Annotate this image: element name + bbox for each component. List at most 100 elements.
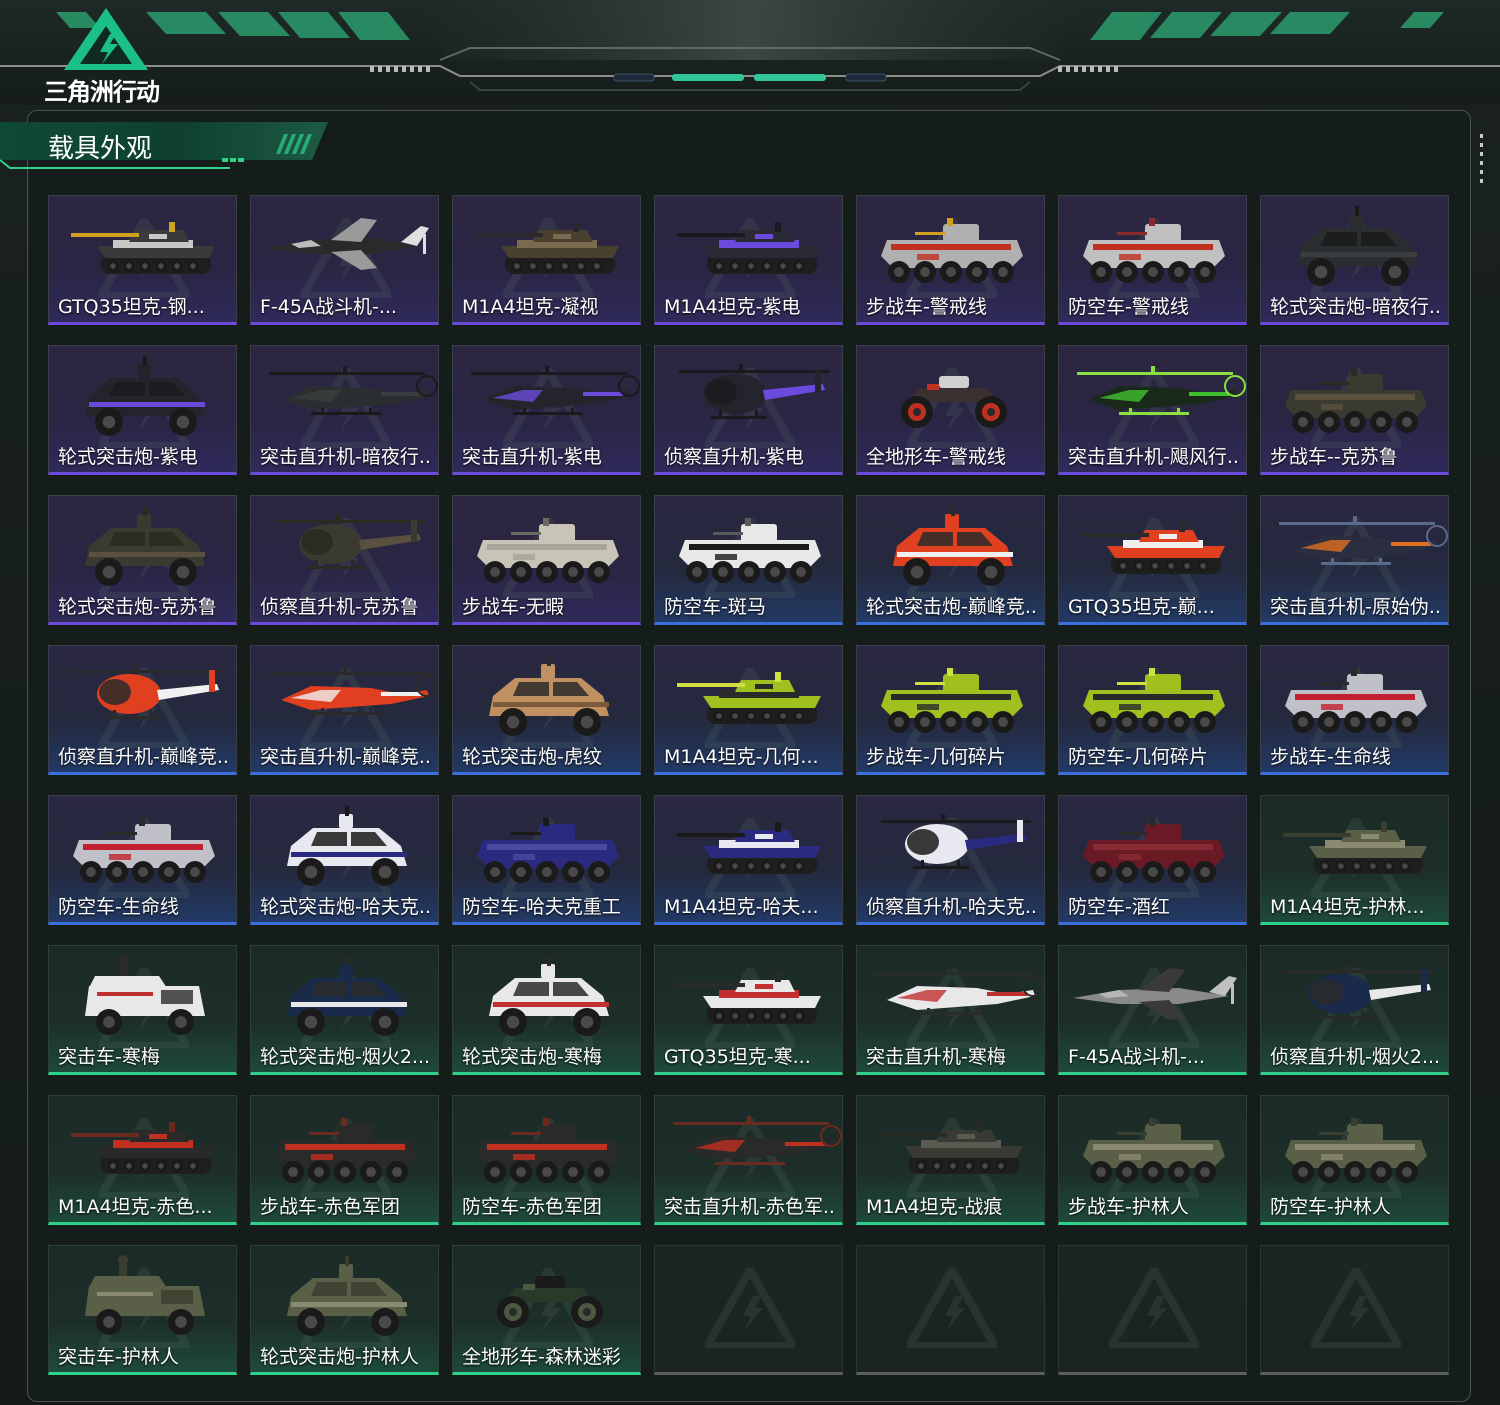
vehicle-skin-card[interactable]: M1A4坦克-护林... <box>1260 795 1449 925</box>
skin-name-label: M1A4坦克-赤色... <box>58 1196 213 1218</box>
vehicle-skin-card[interactable]: 突击直升机-飓风行... <box>1058 345 1247 475</box>
armored-vehicle-icon <box>85 506 205 586</box>
armored-vehicle-icon <box>287 956 407 1036</box>
vehicle-skin-card[interactable]: 轮式突击炮-紫电 <box>48 345 237 475</box>
tank-vehicle-icon <box>677 672 821 724</box>
apc-vehicle-icon <box>1285 1118 1427 1183</box>
skin-name-label: 突击直升机-巅峰竞... <box>260 746 432 768</box>
vehicle-skin-card[interactable]: 全地形车-警戒线 <box>856 345 1045 475</box>
empty-skin-slot <box>654 1245 843 1375</box>
watermark-logo-icon <box>1311 1268 1401 1348</box>
armored-vehicle-icon <box>287 806 407 886</box>
skin-name-label: 侦察直升机-克苏鲁 <box>260 596 419 618</box>
vehicle-skins-page: 三角洲行动 载具外观 GTQ35坦克-钢... F-45A战斗机-... M1A… <box>0 0 1500 1405</box>
skin-name-label: 突击直升机-紫电 <box>462 446 602 468</box>
vehicle-skin-card[interactable]: 全地形车-森林迷彩 <box>452 1245 641 1375</box>
skin-name-label: 步战车-护林人 <box>1068 1196 1189 1218</box>
vehicle-skin-card[interactable]: M1A4坦克-几何... <box>654 645 843 775</box>
skin-name-label: 轮式突击炮-紫电 <box>58 446 198 468</box>
vehicle-skin-card[interactable]: GTQ35坦克-寒... <box>654 945 843 1075</box>
skin-name-label: F-45A战斗机-... <box>260 296 397 318</box>
tank-vehicle-icon <box>71 222 215 274</box>
vehicle-skin-card[interactable]: 防空车-护林人 <box>1260 1095 1449 1225</box>
tank-vehicle-icon <box>879 1122 1023 1174</box>
vehicle-skin-card[interactable]: F-45A战斗机-... <box>250 195 439 325</box>
vehicle-skin-card[interactable]: 轮式突击炮-巅峰竞... <box>856 495 1045 625</box>
vehicle-skin-card[interactable]: 防空车-酒红 <box>1058 795 1247 925</box>
skin-name-label: 防空车-护林人 <box>1270 1196 1391 1218</box>
vehicle-skin-card[interactable]: 轮式突击炮-暗夜行... <box>1260 195 1449 325</box>
vehicle-skin-card[interactable]: 轮式突击炮-护林人 <box>250 1245 439 1375</box>
skin-name-label: 突击直升机-赤色军... <box>664 1196 836 1218</box>
vehicle-skin-card[interactable]: 步战车--克苏鲁 <box>1260 345 1449 475</box>
vehicle-skin-card[interactable]: 步战车-护林人 <box>1058 1095 1247 1225</box>
heli-vehicle-icon <box>1279 516 1448 565</box>
top-header-bar <box>0 0 1500 105</box>
vehicle-skin-card[interactable]: 防空车-几何碎片 <box>1058 645 1247 775</box>
vehicle-skin-card[interactable]: M1A4坦克-哈夫... <box>654 795 843 925</box>
vehicle-skin-card[interactable]: 步战车-几何碎片 <box>856 645 1045 775</box>
vehicle-skin-card[interactable]: 防空车-警戒线 <box>1058 195 1247 325</box>
vehicle-skin-card[interactable]: 突击直升机-巅峰竞... <box>250 645 439 775</box>
vehicle-skin-card[interactable]: M1A4坦克-紫电 <box>654 195 843 325</box>
truck-vehicle-icon <box>85 1255 205 1335</box>
scroll-indicator[interactable] <box>1479 134 1485 184</box>
skin-name-label: 步战车--克苏鲁 <box>1270 446 1398 468</box>
vehicle-skin-card[interactable]: 步战车-无暇 <box>452 495 641 625</box>
vehicle-skin-card[interactable]: 突击车-护林人 <box>48 1245 237 1375</box>
vehicle-skin-card[interactable]: GTQ35坦克-巅... <box>1058 495 1247 625</box>
vehicle-skin-card[interactable]: 突击直升机-紫电 <box>452 345 641 475</box>
skin-name-label: 步战车-赤色军团 <box>260 1196 400 1218</box>
vehicle-skin-card[interactable]: 突击直升机-寒梅 <box>856 945 1045 1075</box>
vehicle-skin-card[interactable]: M1A4坦克-战痕 <box>856 1095 1045 1225</box>
skin-name-label: 轮式突击炮-暗夜行... <box>1270 296 1442 318</box>
skin-name-label: 突击车-寒梅 <box>58 1046 160 1068</box>
apc-vehicle-icon <box>881 668 1023 733</box>
vehicle-skin-card[interactable]: 侦察直升机-紫电 <box>654 345 843 475</box>
vehicle-skin-card[interactable]: M1A4坦克-赤色... <box>48 1095 237 1225</box>
vehicle-skin-card[interactable]: 突击直升机-暗夜行... <box>250 345 439 475</box>
vehicle-skin-card[interactable]: 轮式突击炮-烟火2... <box>250 945 439 1075</box>
skin-name-label: 轮式突击炮-克苏鲁 <box>58 596 217 618</box>
armored-vehicle-icon <box>893 506 1013 586</box>
skin-name-label: 突击直升机-寒梅 <box>866 1046 1006 1068</box>
tank-vehicle-icon <box>677 822 821 874</box>
skin-name-label: 轮式突击炮-护林人 <box>260 1346 419 1368</box>
vehicle-skin-card[interactable]: 防空车-哈夫克重工 <box>452 795 641 925</box>
skin-name-label: 侦察直升机-巅峰竞... <box>58 746 230 768</box>
vehicle-skin-card[interactable]: 步战车-赤色军团 <box>250 1095 439 1225</box>
vehicle-skin-card[interactable]: 步战车-生命线 <box>1260 645 1449 775</box>
vehicle-skin-card[interactable]: 防空车-赤色军团 <box>452 1095 641 1225</box>
empty-skin-slot <box>1260 1245 1449 1375</box>
empty-skin-slot <box>856 1245 1045 1375</box>
skin-name-label: F-45A战斗机-... <box>1068 1046 1205 1068</box>
vehicle-skin-card[interactable]: 轮式突击炮-哈夫克... <box>250 795 439 925</box>
vehicle-skin-card[interactable]: 轮式突击炮-虎纹 <box>452 645 641 775</box>
vehicle-skin-card[interactable]: 侦察直升机-烟火2... <box>1260 945 1449 1075</box>
skin-name-label: M1A4坦克-几何... <box>664 746 819 768</box>
vehicle-skin-card[interactable]: 轮式突击炮-克苏鲁 <box>48 495 237 625</box>
heli-vehicle-icon <box>471 366 640 415</box>
vehicle-skin-card[interactable]: 突击直升机-原始伪... <box>1260 495 1449 625</box>
vehicle-skin-card[interactable]: 侦察直升机-巅峰竞... <box>48 645 237 775</box>
vehicle-skin-card[interactable]: F-45A战斗机-... <box>1058 945 1247 1075</box>
heli-vehicle-icon <box>269 666 438 715</box>
vehicle-skin-card[interactable]: 突击车-寒梅 <box>48 945 237 1075</box>
skin-name-label: 全地形车-森林迷彩 <box>462 1346 621 1368</box>
vehicle-skin-card[interactable]: GTQ35坦克-钢... <box>48 195 237 325</box>
vehicle-skin-card[interactable]: 侦察直升机-哈夫克... <box>856 795 1045 925</box>
vehicle-skin-card[interactable]: 侦察直升机-克苏鲁 <box>250 495 439 625</box>
vehicle-skin-card[interactable]: 突击直升机-赤色军... <box>654 1095 843 1225</box>
skin-name-label: 防空车-酒红 <box>1068 896 1170 918</box>
tank-vehicle-icon <box>1081 522 1225 574</box>
vehicle-skin-card[interactable]: 防空车-生命线 <box>48 795 237 925</box>
armored-vehicle-icon <box>1297 206 1417 286</box>
apc-vehicle-icon <box>1083 218 1225 283</box>
vehicle-skin-card[interactable]: 步战车-警戒线 <box>856 195 1045 325</box>
vehicle-skin-card[interactable]: M1A4坦克-凝视 <box>452 195 641 325</box>
skin-name-label: 防空车-斑马 <box>664 596 766 618</box>
vehicle-skin-card[interactable]: 防空车-斑马 <box>654 495 843 625</box>
heli-vehicle-icon <box>269 366 438 415</box>
vehicle-skin-card[interactable]: 轮式突击炮-寒梅 <box>452 945 641 1075</box>
skin-name-label: 步战车-几何碎片 <box>866 746 1006 768</box>
